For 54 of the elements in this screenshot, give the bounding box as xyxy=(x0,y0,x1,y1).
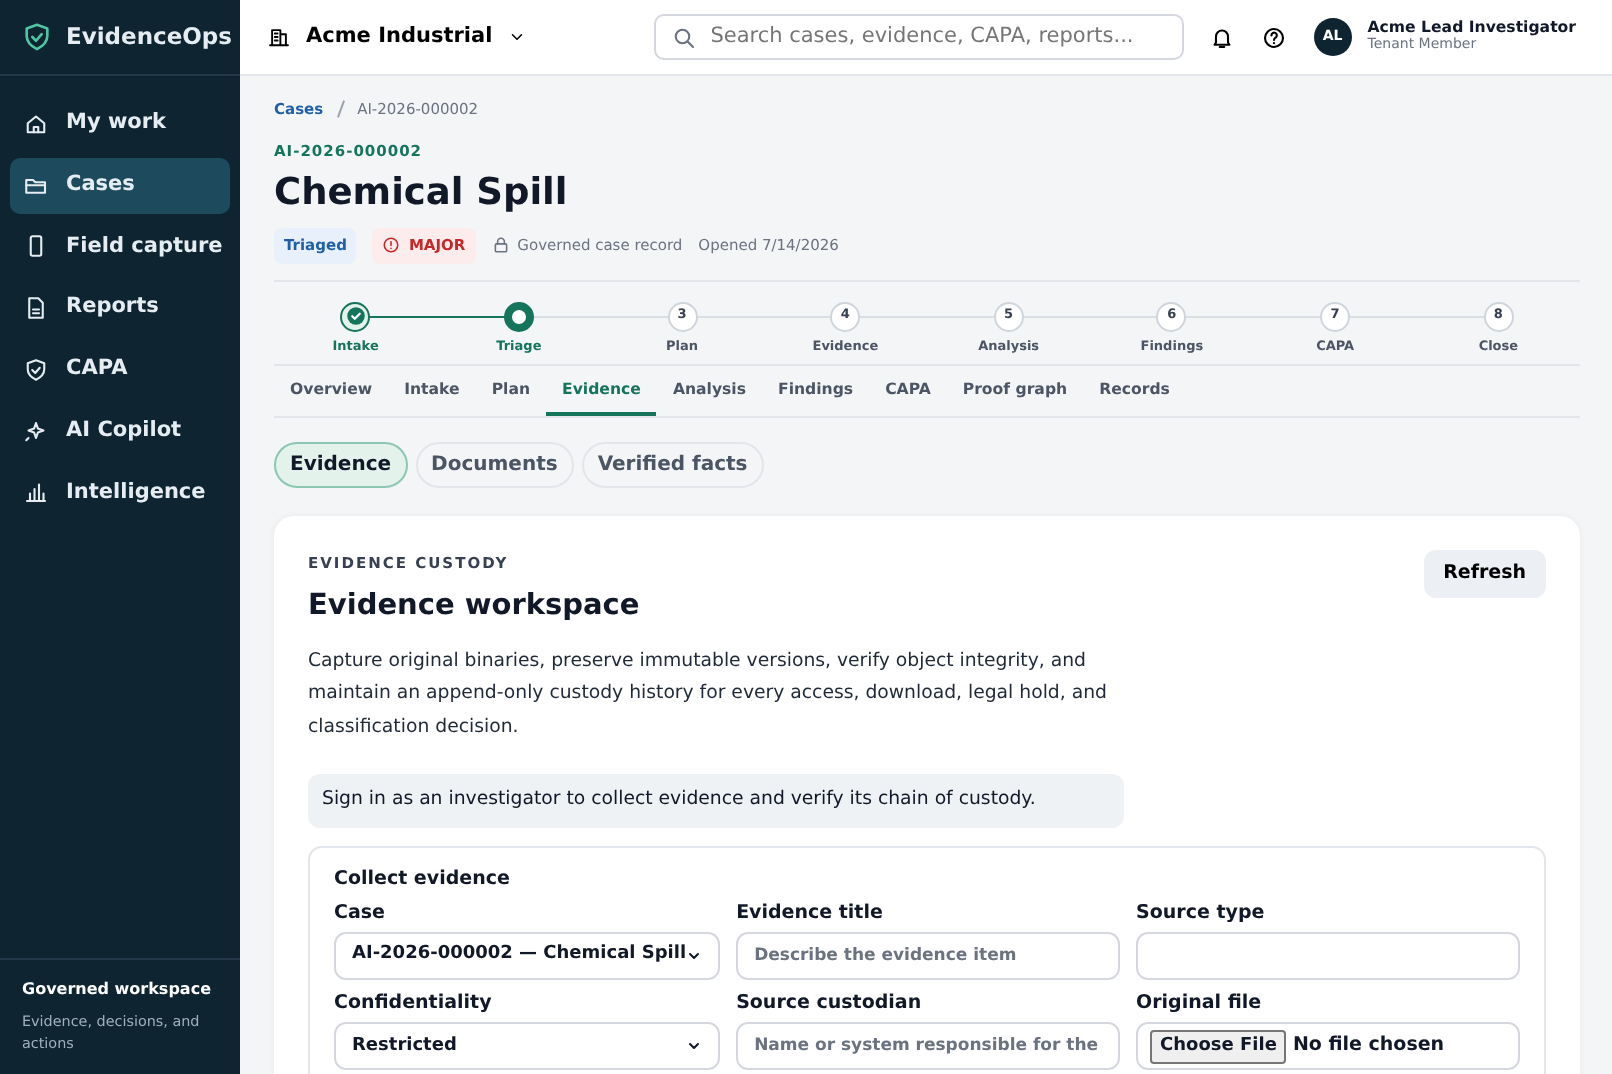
field-label: Source custodian xyxy=(736,990,924,1019)
shield-logo-icon xyxy=(22,22,52,52)
lock-icon xyxy=(491,236,510,255)
sidebar-item[interactable]: AI Copilot xyxy=(10,403,230,459)
bell-icon xyxy=(1209,25,1234,49)
select-field[interactable]: Restricted xyxy=(334,1022,721,1071)
panel-title: Evidence workspace xyxy=(308,588,640,627)
subtab[interactable]: Documents xyxy=(415,441,574,488)
folder-icon xyxy=(24,173,48,198)
search-field[interactable]: Search cases, evidence, CAPA, reports... xyxy=(654,14,1185,60)
sidebar-item[interactable]: My work xyxy=(10,96,230,152)
sidebar-item[interactable]: Cases xyxy=(10,157,230,213)
input-field[interactable]: Describe the evidence item xyxy=(736,932,1121,981)
tenant-switcher[interactable]: Acme Industrial xyxy=(268,21,527,53)
file-field[interactable]: Choose File No file chosen xyxy=(1136,1022,1520,1071)
search-icon xyxy=(672,25,697,49)
help-icon xyxy=(1261,25,1286,49)
field-label: Original file xyxy=(1136,990,1264,1019)
field-label: Case xyxy=(334,899,387,928)
home-icon xyxy=(24,111,48,136)
description-text: Capture original binaries, preserve immutable versions, verify object integrity, and maintain an append-only custody history for every access, download, legal hold, and classification decision. xyxy=(308,647,1109,742)
shield-icon xyxy=(24,357,48,382)
input-field[interactable] xyxy=(1136,932,1520,981)
document-icon xyxy=(24,296,48,321)
chevron-down-icon xyxy=(686,1038,703,1055)
choose-file-button[interactable]: Choose File xyxy=(1150,1029,1287,1065)
subtab[interactable]: Verified facts xyxy=(581,441,764,488)
sidebar-item[interactable]: CAPA xyxy=(10,342,230,398)
alert-icon xyxy=(382,236,401,255)
chevron-down-icon xyxy=(508,28,527,46)
sidebar-item[interactable]: Reports xyxy=(10,280,230,336)
sidebar-item[interactable]: Field capture xyxy=(10,219,230,275)
field-label: Confidentiality xyxy=(334,990,494,1019)
file-status: No file chosen xyxy=(1292,1032,1445,1061)
chevron-down-icon xyxy=(686,948,703,965)
phone-icon xyxy=(24,234,48,259)
footer-title: Governed workspace xyxy=(22,977,213,1002)
field-label: Source type xyxy=(1136,899,1267,928)
select-field[interactable]: AI-2026-000002 — Chemical Spill xyxy=(334,932,721,981)
form-title: Collect evidence xyxy=(334,865,512,894)
sparkle-icon xyxy=(24,419,48,444)
check-icon xyxy=(345,306,366,326)
notifications-button[interactable] xyxy=(1209,25,1234,49)
field-label: Evidence title xyxy=(736,899,885,928)
sign-in-notice: Sign in as an investigator to collect evidence and verify its chain of custody. xyxy=(308,774,1124,828)
input-field[interactable]: Name or system responsible for the xyxy=(736,1022,1121,1071)
refresh-button[interactable]: Refresh xyxy=(1423,549,1546,599)
subtab[interactable]: Evidence xyxy=(274,441,408,488)
sidebar-item[interactable]: Intelligence xyxy=(10,465,230,521)
building-icon xyxy=(268,26,290,48)
brand-name: EvidenceOps xyxy=(66,19,232,54)
help-button[interactable] xyxy=(1261,25,1286,49)
bar-chart-icon xyxy=(24,480,48,505)
case-title: Chemical Spill xyxy=(274,169,570,217)
